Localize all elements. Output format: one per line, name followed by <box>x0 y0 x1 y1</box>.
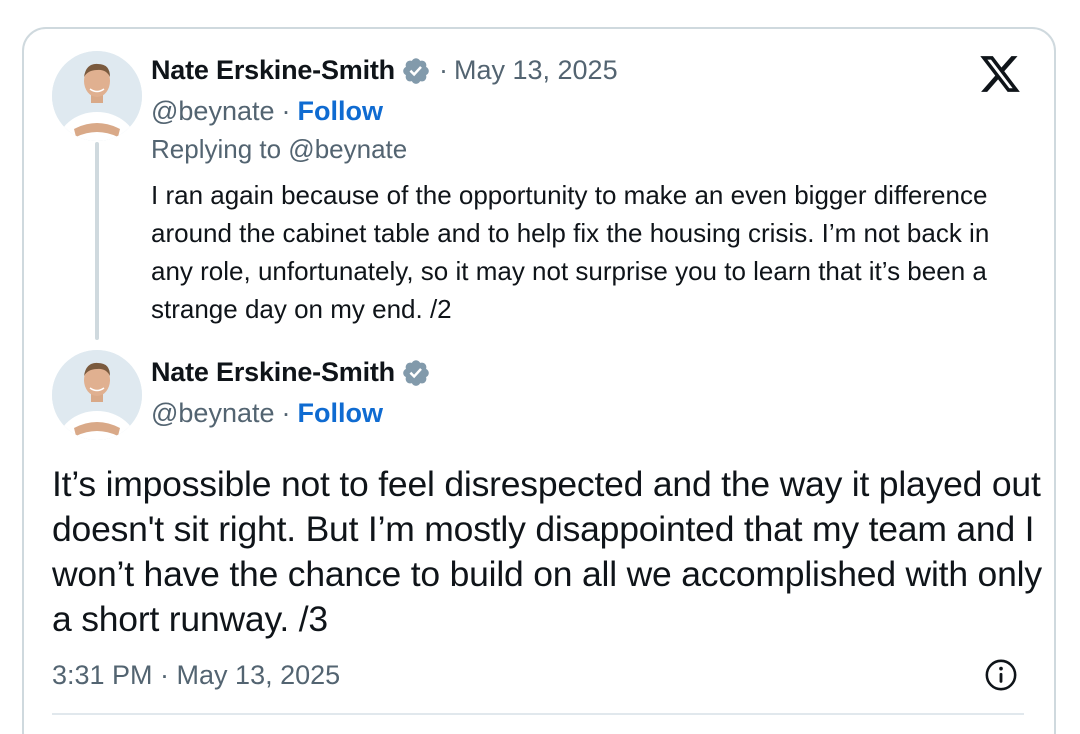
author-handle[interactable]: @beynate <box>151 96 275 127</box>
tweet-date[interactable]: May 13, 2025 <box>454 55 618 86</box>
thread-connector-line <box>95 142 99 340</box>
main-tweet-text: It’s impossible not to feel disrespected… <box>52 464 1042 639</box>
main-author-row: Nate Erskine-Smith <box>151 357 431 388</box>
reply-handle-row: @beynate · Follow <box>151 96 383 127</box>
verified-badge-icon <box>403 57 429 84</box>
tweet-timestamp[interactable]: 3:31 PM · May 13, 2025 <box>52 660 340 691</box>
avatar[interactable] <box>52 51 142 141</box>
follow-button[interactable]: Follow <box>298 96 383 127</box>
separator: · <box>281 96 291 126</box>
verified-badge-icon <box>403 359 429 386</box>
replying-to-label: Replying to @beynate <box>151 134 408 164</box>
author-name[interactable]: Nate Erskine-Smith <box>151 357 395 388</box>
profile-photo-icon <box>52 51 142 141</box>
info-icon[interactable] <box>984 658 1018 692</box>
reply-tweet-text: I ran again because of the opportunity t… <box>151 180 990 324</box>
avatar[interactable] <box>52 350 142 440</box>
x-logo-icon[interactable] <box>978 52 1022 96</box>
reply-author-row: Nate Erskine-Smith · May 13, 2025 <box>151 55 618 86</box>
author-handle[interactable]: @beynate <box>151 398 275 429</box>
separator: · <box>438 55 448 85</box>
profile-photo-icon <box>52 350 142 440</box>
author-name[interactable]: Nate Erskine-Smith <box>151 55 395 86</box>
separator: · <box>281 398 291 428</box>
follow-button[interactable]: Follow <box>298 398 383 429</box>
divider <box>52 713 1024 715</box>
main-handle-row: @beynate · Follow <box>151 398 383 429</box>
